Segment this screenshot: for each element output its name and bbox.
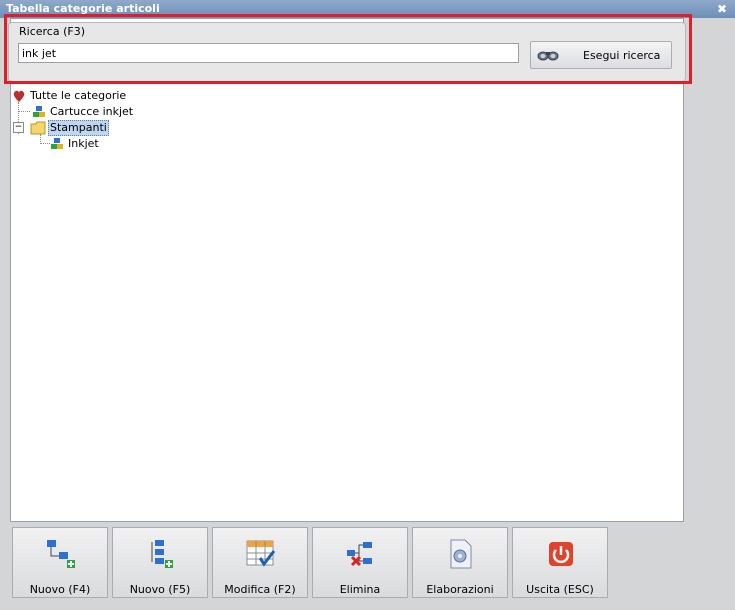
exit-button[interactable]: Uscita (ESC) (512, 527, 608, 598)
new-child-button[interactable]: Nuovo (F5) (112, 527, 208, 598)
window-title: Tabella categorie articoli (6, 2, 160, 15)
cubes-icon (33, 106, 45, 117)
new-sibling-icon (47, 540, 75, 568)
new-sibling-button[interactable]: Nuovo (F4) (12, 527, 108, 598)
toolbar-button-label: Modifica (F2) (224, 583, 296, 596)
search-input[interactable] (18, 43, 519, 63)
processing-icon (450, 539, 472, 569)
tree-node-label: Stampanti (48, 120, 109, 136)
search-button-label: Esegui ricerca (583, 49, 661, 62)
title-bar: Tabella categorie articoli ✖ (0, 0, 735, 18)
search-legend: Ricerca (F3) (17, 25, 87, 38)
toolbar-button-label: Nuovo (F4) (29, 583, 91, 596)
cubes-icon (51, 138, 63, 149)
delete-button[interactable]: Elimina (312, 527, 408, 598)
action-toolbar: Nuovo (F4) Nuovo (F5) Modifica (F2) Elim… (12, 527, 612, 599)
binoculars-icon (537, 51, 559, 61)
edit-button[interactable]: Modifica (F2) (212, 527, 308, 598)
toolbar-button-label: Uscita (ESC) (526, 583, 594, 596)
delete-node-icon (347, 542, 372, 567)
edit-grid-icon (246, 540, 276, 567)
processing-button[interactable]: Elaborazioni (412, 527, 508, 598)
new-child-icon (151, 540, 173, 568)
tree-expander[interactable]: − (13, 122, 24, 133)
tree-node-label: Cartucce inkjet (50, 105, 134, 118)
folder-icon (30, 121, 46, 135)
toolbar-button-label: Elimina (339, 583, 381, 596)
close-icon[interactable]: ✖ (717, 0, 727, 18)
tree-node-label: Inkjet (68, 137, 99, 150)
search-button[interactable]: Esegui ricerca (530, 41, 672, 69)
toolbar-button-label: Elaborazioni (426, 583, 494, 596)
tree-guide (40, 143, 50, 144)
toolbar-button-label: Nuovo (F5) (129, 583, 191, 596)
category-root-icon (13, 90, 25, 102)
tree-node-label: Tutte le categorie (30, 89, 127, 102)
tree-guide (18, 111, 30, 112)
exit-power-icon (549, 542, 573, 566)
